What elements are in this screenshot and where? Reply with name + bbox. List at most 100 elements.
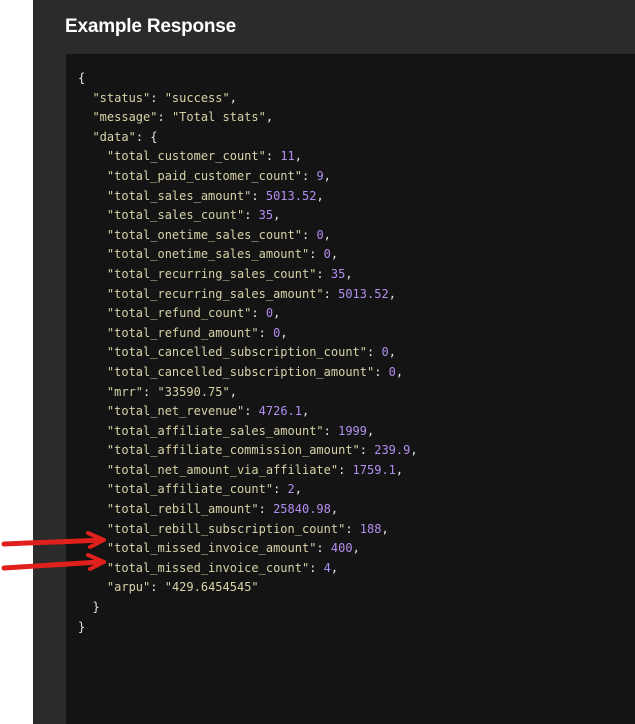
json-value: 0 [316, 227, 324, 242]
code-line-data-field: "total_missed_invoice_count": 4, [78, 559, 418, 579]
json-colon: : [143, 384, 158, 399]
json-colon: : [258, 502, 274, 517]
json-value: 400 [330, 541, 353, 556]
json-colon: : [301, 227, 317, 242]
code-line-data-field: "total_cancelled_subscription_amount": 0… [78, 363, 418, 383]
json-colon: : [251, 188, 266, 203]
json-colon: : [244, 208, 259, 223]
code-line-data-field: "total_cancelled_subscription_count": 0, [78, 343, 418, 363]
json-colon: : [316, 541, 331, 556]
json-code: { "status": "success", "message": "Total… [78, 69, 418, 637]
code-block[interactable]: { "status": "success", "message": "Total… [66, 54, 635, 724]
json-key: "total_affiliate_commission_amount" [106, 443, 360, 458]
json-key: "total_onetime_sales_count" [106, 227, 302, 242]
close-brace: } [92, 600, 100, 615]
json-value: 35 [258, 208, 274, 223]
panel-title: Example Response [65, 16, 237, 37]
json-key: "total_affiliate_count" [106, 482, 274, 497]
json-comma: , [316, 188, 324, 203]
json-comma: , [229, 384, 237, 399]
json-comma: , [381, 521, 389, 536]
json-colon: : [251, 306, 266, 321]
json-colon: : [367, 345, 382, 360]
code-line-field: "message": "Total stats", [78, 108, 418, 128]
close-brace: } [78, 619, 86, 634]
json-key: "total_cancelled_subscription_amount" [106, 364, 375, 379]
json-key: "total_refund_amount" [106, 325, 259, 340]
json-key: "data" [92, 129, 136, 144]
json-value: 0 [265, 306, 274, 321]
code-line-data-field: "total_affiliate_sales_amount": 1999, [78, 422, 418, 442]
json-key: "total_cancelled_subscription_count" [106, 345, 367, 360]
json-comma: , [330, 560, 339, 575]
code-line-data-field: "total_customer_count": 11, [78, 147, 418, 167]
code-line-field: "status": "success", [78, 89, 418, 109]
json-comma: , [294, 482, 302, 497]
json-value: 35 [330, 266, 346, 281]
code-line-data-field: "mrr": "33590.75", [78, 383, 418, 403]
json-colon: : [265, 149, 281, 164]
code-line-close: } [78, 618, 418, 638]
code-line-data-field: "total_refund_amount": 0, [78, 324, 418, 344]
code-line-data-close: } [78, 598, 418, 618]
json-value: 0 [323, 247, 331, 262]
code-line-data-field: "total_refund_count": 0, [78, 304, 418, 324]
json-value: "Total stats" [171, 110, 266, 125]
code-line-data-field: "total_affiliate_commission_amount": 239… [78, 441, 418, 461]
json-comma: , [330, 502, 339, 517]
json-comma: , [410, 443, 418, 458]
json-comma: , [265, 110, 274, 125]
json-key: "total_recurring_sales_count" [106, 266, 317, 281]
json-key: "status" [92, 90, 151, 105]
json-comma: , [395, 364, 404, 379]
json-colon: : [309, 560, 324, 575]
json-comma: , [388, 286, 396, 301]
code-line-data-field: "arpu": "429.6454545" [78, 578, 418, 598]
code-line-data-field: "total_net_amount_via_affiliate": 1759.1… [78, 461, 418, 481]
json-colon: : [150, 580, 165, 595]
json-comma: , [395, 462, 404, 477]
code-line-data-field: "total_rebill_amount": 25840.98, [78, 500, 418, 520]
json-comma: , [294, 149, 302, 164]
json-colon: : [338, 462, 353, 477]
json-comma: , [345, 266, 353, 281]
code-line-data-open: "data": { [78, 128, 418, 148]
json-key: "total_affiliate_sales_amount" [106, 423, 324, 438]
json-key: "total_missed_invoice_count" [106, 560, 310, 575]
json-value: 25840.98 [273, 502, 331, 517]
json-comma: , [229, 90, 237, 105]
code-line-data-field: "total_sales_count": 35, [78, 206, 418, 226]
json-key: "mrr" [106, 384, 144, 399]
json-colon: : [150, 90, 165, 105]
json-value: "429.6454545" [164, 580, 259, 595]
json-colon: : [273, 482, 288, 497]
json-value: 1759.1 [352, 462, 396, 477]
json-key: "total_sales_amount" [106, 188, 252, 203]
code-line-data-field: "total_onetime_sales_count": 0, [78, 226, 418, 246]
code-line-data-field: "total_net_revenue": 4726.1, [78, 402, 418, 422]
json-value: 4726.1 [258, 404, 302, 419]
json-comma: , [388, 345, 396, 360]
json-value: 1999 [338, 423, 368, 438]
open-brace: { [78, 71, 86, 85]
json-value: 11 [280, 149, 295, 164]
json-key: "total_missed_invoice_amount" [106, 541, 317, 556]
json-comma: , [273, 306, 281, 321]
example-response-panel: Example Response { "status": "success", … [33, 0, 635, 724]
arrow-missed-invoice-count-icon [1, 553, 106, 571]
json-colon: : [301, 168, 317, 183]
page: Example Response { "status": "success", … [0, 0, 635, 724]
json-value: "success" [164, 90, 230, 105]
json-comma: , [273, 208, 281, 223]
json-comma: , [280, 325, 288, 340]
json-key: "message" [92, 110, 158, 125]
code-line-open: { [78, 69, 418, 89]
json-comma: , [330, 247, 339, 262]
code-line-data-field: "total_rebill_subscription_count": 188, [78, 520, 418, 540]
code-line-data-field: "total_sales_amount": 5013.52, [78, 187, 418, 207]
json-comma: , [367, 423, 375, 438]
json-comma: , [323, 227, 331, 242]
json-colon: : [374, 364, 389, 379]
json-value: 188 [359, 521, 382, 536]
json-value: 239.9 [374, 443, 411, 458]
